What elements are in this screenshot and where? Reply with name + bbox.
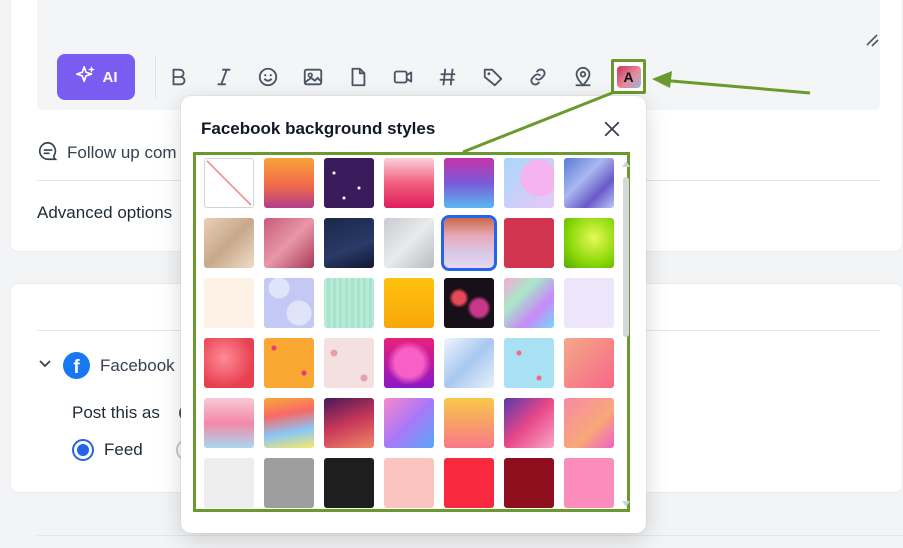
image-icon[interactable] <box>301 65 325 89</box>
divider <box>37 535 903 536</box>
tag-icon[interactable] <box>481 65 505 89</box>
swatch-silver-marble[interactable] <box>384 218 434 268</box>
swatch-mint-pattern[interactable] <box>324 278 374 328</box>
sparkle-icon <box>75 64 97 90</box>
swatch-purple-blue-gradient[interactable] <box>444 158 494 208</box>
close-icon[interactable] <box>601 118 623 140</box>
scroll-up-arrow-icon[interactable] <box>622 161 630 167</box>
toolbar-divider <box>155 56 156 98</box>
swatch-pink-petals[interactable] <box>324 338 374 388</box>
swatch-yellow-orange[interactable] <box>384 278 434 328</box>
resize-handle-icon[interactable] <box>864 32 880 48</box>
feed-radio-option[interactable]: Feed <box>72 439 143 461</box>
italic-icon[interactable] <box>212 65 236 89</box>
follow-up-label: Follow up com <box>67 143 177 162</box>
scroll-down-arrow-icon[interactable] <box>622 501 630 507</box>
swatch-dark-red[interactable] <box>504 458 554 508</box>
background-style-button[interactable]: A <box>611 59 646 94</box>
location-icon[interactable] <box>571 65 595 89</box>
swatch-blue-confetti[interactable] <box>504 338 554 388</box>
swatch-pink-cloud-sunset[interactable] <box>441 215 497 271</box>
post-as-label: Post this as <box>72 403 160 422</box>
facebook-logo-icon: f <box>63 352 90 379</box>
swatch-purple-pink-wave[interactable] <box>504 398 554 448</box>
swatch-crimson-red[interactable] <box>504 218 554 268</box>
swatch-pastel-watercolor[interactable] <box>204 398 254 448</box>
swatch-none[interactable] <box>204 158 254 208</box>
post-text-editor[interactable] <box>37 0 880 110</box>
scrollbar[interactable] <box>622 155 630 509</box>
comment-icon <box>37 140 59 167</box>
swatch-night-sky[interactable] <box>324 218 374 268</box>
ai-assist-button[interactable]: AI <box>57 54 135 100</box>
swatch-lime-glow[interactable] <box>564 218 614 268</box>
swatch-grid-frame <box>193 152 630 512</box>
background-style-letter: A <box>623 68 634 85</box>
swatch-red-hearts[interactable] <box>204 338 254 388</box>
link-icon[interactable] <box>526 65 550 89</box>
swatch-light-gray[interactable] <box>204 458 254 508</box>
video-icon[interactable] <box>391 65 415 89</box>
chevron-down-icon[interactable] <box>37 355 53 376</box>
swatch-grid <box>204 158 614 508</box>
popover-title: Facebook background styles <box>201 119 436 138</box>
swatch-dark-red-wave[interactable] <box>324 398 374 448</box>
swatch-pink-gradient[interactable] <box>384 158 434 208</box>
feed-label: Feed <box>104 440 143 459</box>
swatch-blue-purple-swirl[interactable] <box>564 158 614 208</box>
swatch-purple-stars[interactable] <box>324 158 374 208</box>
feed-radio[interactable] <box>72 439 94 461</box>
advanced-options-label[interactable]: Advanced options <box>37 203 172 223</box>
bold-icon[interactable] <box>167 65 191 89</box>
swatch-beige-silk[interactable] <box>204 218 254 268</box>
background-styles-popover: Facebook background styles <box>181 96 646 533</box>
swatch-light-lavender[interactable] <box>564 278 614 328</box>
file-icon[interactable] <box>346 65 370 89</box>
swatch-orange-pink-gradient[interactable] <box>444 398 494 448</box>
swatch-red[interactable] <box>444 458 494 508</box>
swatch-pink[interactable] <box>564 458 614 508</box>
scroll-thumb[interactable] <box>623 177 629 337</box>
swatch-pink-orange-blur[interactable] <box>564 398 614 448</box>
swatch-white-blue-wave[interactable] <box>444 338 494 388</box>
swatch-lavender-circles[interactable] <box>264 278 314 328</box>
ai-button-label: AI <box>102 68 118 86</box>
swatch-gray[interactable] <box>264 458 314 508</box>
follow-up-comment-option[interactable]: Follow up com <box>37 141 177 165</box>
swatch-rose-silk[interactable] <box>264 218 314 268</box>
emoji-icon[interactable] <box>256 65 280 89</box>
facebook-label: Facebook <box>100 355 175 375</box>
swatch-cream-peach[interactable] <box>204 278 254 328</box>
swatch-orange-confetti[interactable] <box>264 338 314 388</box>
swatch-orange-gradient[interactable] <box>264 158 314 208</box>
swatch-light-pink[interactable] <box>384 458 434 508</box>
facebook-section-header[interactable]: f Facebook <box>37 352 175 379</box>
swatch-rainbow-waves[interactable] <box>264 398 314 448</box>
hashtag-icon[interactable] <box>436 65 460 89</box>
swatch-magenta-heart[interactable] <box>384 338 434 388</box>
swatch-pastel-bubbles[interactable] <box>504 158 554 208</box>
swatch-dark-bokeh[interactable] <box>444 278 494 328</box>
background-style-icon: A <box>616 65 641 88</box>
swatch-blue-pink-blur[interactable] <box>384 398 434 448</box>
swatch-black[interactable] <box>324 458 374 508</box>
swatch-holographic[interactable] <box>504 278 554 328</box>
swatch-peach-pink-gradient[interactable] <box>564 338 614 388</box>
